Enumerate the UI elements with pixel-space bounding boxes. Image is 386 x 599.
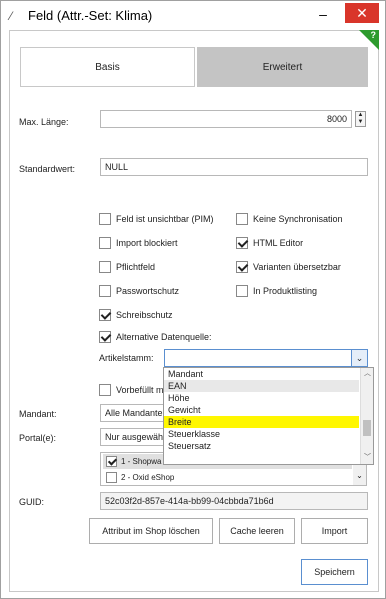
clear-cache-button[interactable]: Cache leeren [219, 518, 295, 544]
article-master-label: Artikelstamm: [99, 353, 154, 363]
checkbox-label: HTML Editor [253, 238, 304, 248]
minimize-button[interactable]: – [313, 6, 333, 24]
article-master-dropdown: Mandant EAN Höhe Gewicht Breite Steuerkl… [163, 367, 374, 465]
checkbox-box[interactable] [106, 472, 117, 483]
checkbox-box[interactable] [99, 237, 111, 249]
checkbox-label: Varianten übersetzbar [253, 262, 341, 272]
checkbox-write-protection[interactable]: Schreibschutz [99, 309, 173, 321]
checkbox-label: Keine Synchronisation [253, 214, 343, 224]
dropdown-option[interactable]: Höhe [164, 392, 359, 404]
save-button[interactable]: Speichern [301, 559, 368, 585]
magic-wand-icon: ⁄ [10, 9, 13, 23]
checkbox-label: Pflichtfeld [116, 262, 156, 272]
dialog-window: ⁄ Feld (Attr.-Set: Klima) – ✕ ? Basis Er… [0, 0, 386, 599]
max-length-spinner[interactable]: ▲ ▼ [355, 111, 366, 127]
portals-select[interactable]: Nur ausgewäh [100, 428, 166, 446]
chevron-down-icon[interactable]: ﹀ [361, 452, 374, 464]
help-icon[interactable]: ? [371, 30, 377, 40]
import-button[interactable]: Import [301, 518, 368, 544]
portals-label: Portal(e): [19, 433, 57, 443]
checkbox-invisible[interactable]: Feld ist unsichtbar (PIM) [99, 213, 214, 225]
checkbox-required[interactable]: Pflichtfeld [99, 261, 155, 273]
checkbox-label: Vorbefüllt m [116, 385, 164, 395]
checkbox-label: Import blockiert [116, 238, 178, 248]
delete-attribute-button[interactable]: Attribut im Shop löschen [89, 518, 213, 544]
checkbox-label: In Produktlisting [253, 286, 318, 296]
checkbox-box[interactable] [99, 384, 111, 396]
max-length-input[interactable]: 8000 [100, 110, 352, 128]
checkbox-box[interactable] [236, 237, 248, 249]
window-title: Feld (Attr.-Set: Klima) [28, 8, 153, 23]
checkbox-box[interactable] [99, 309, 111, 321]
tab-erweitert[interactable]: Erweitert [197, 47, 368, 87]
checkbox-variants-translatable[interactable]: Varianten übersetzbar [236, 261, 341, 273]
chevron-down-icon[interactable]: ⌄ [353, 471, 366, 485]
guid-input[interactable]: 52c03f2d-857e-414a-bb99-04cbbda71b6d [100, 492, 368, 510]
checkbox-box[interactable] [236, 213, 248, 225]
checkbox-box[interactable] [99, 213, 111, 225]
max-length-label: Max. Länge: [19, 117, 69, 127]
checkbox-box[interactable] [99, 261, 111, 273]
checkbox-box[interactable] [106, 456, 117, 467]
checkbox-box[interactable] [236, 285, 248, 297]
close-button[interactable]: ✕ [345, 3, 379, 23]
checkbox-box[interactable] [236, 261, 248, 273]
spinner-up-icon[interactable]: ▲ [356, 112, 365, 119]
checkbox-box[interactable] [99, 285, 111, 297]
default-value-input[interactable]: NULL [100, 158, 368, 176]
dropdown-option[interactable]: Steuersatz [164, 440, 359, 452]
title-bar: ⁄ Feld (Attr.-Set: Klima) – ✕ [1, 1, 385, 31]
client-label: Mandant: [19, 409, 57, 419]
checkbox-no-sync[interactable]: Keine Synchronisation [236, 213, 343, 225]
checkbox-label: Passwortschutz [116, 286, 180, 296]
dropdown-option[interactable]: Steuerklasse [164, 428, 359, 440]
checkbox-box[interactable] [99, 331, 111, 343]
dropdown-option[interactable]: EAN [164, 380, 359, 392]
guid-label: GUID: [19, 497, 45, 507]
checkbox-html-editor[interactable]: HTML Editor [236, 237, 303, 249]
checkbox-label: Feld ist unsichtbar (PIM) [116, 214, 214, 224]
list-item[interactable]: 2 - Oxid eShop [103, 470, 352, 485]
tab-basis[interactable]: Basis [20, 47, 195, 87]
portal-label: 2 - Oxid eShop [121, 473, 175, 482]
checkbox-password-protection[interactable]: Passwortschutz [99, 285, 179, 297]
client-select[interactable]: Alle Mandanter [100, 404, 166, 422]
checkbox-in-product-listing[interactable]: In Produktlisting [236, 285, 317, 297]
dropdown-scrollbar[interactable]: ︿ ﹀ [360, 368, 373, 464]
chevron-down-icon[interactable]: ⌄ [351, 350, 367, 366]
chevron-up-icon[interactable]: ︿ [361, 368, 374, 380]
dropdown-option[interactable]: Mandant [164, 368, 359, 380]
default-value-label: Standardwert: [19, 164, 76, 174]
dropdown-option[interactable]: Gewicht [164, 404, 359, 416]
checkbox-label: Alternative Datenquelle: [116, 332, 212, 342]
checkbox-prefilled[interactable]: Vorbefüllt m [99, 384, 164, 396]
checkbox-alternative-source[interactable]: Alternative Datenquelle: [99, 331, 212, 343]
dropdown-option[interactable]: Breite [164, 416, 359, 428]
checkbox-label: Schreibschutz [116, 310, 173, 320]
article-master-select[interactable]: ⌄ [164, 349, 368, 367]
spinner-down-icon[interactable]: ▼ [356, 119, 365, 126]
dialog-content: ? Basis Erweitert Max. Länge: 8000 ▲ ▼ S… [9, 30, 379, 592]
checkbox-import-blocked[interactable]: Import blockiert [99, 237, 178, 249]
portal-label: 1 - Shopwa [121, 457, 162, 466]
scrollbar-thumb[interactable] [363, 420, 371, 436]
